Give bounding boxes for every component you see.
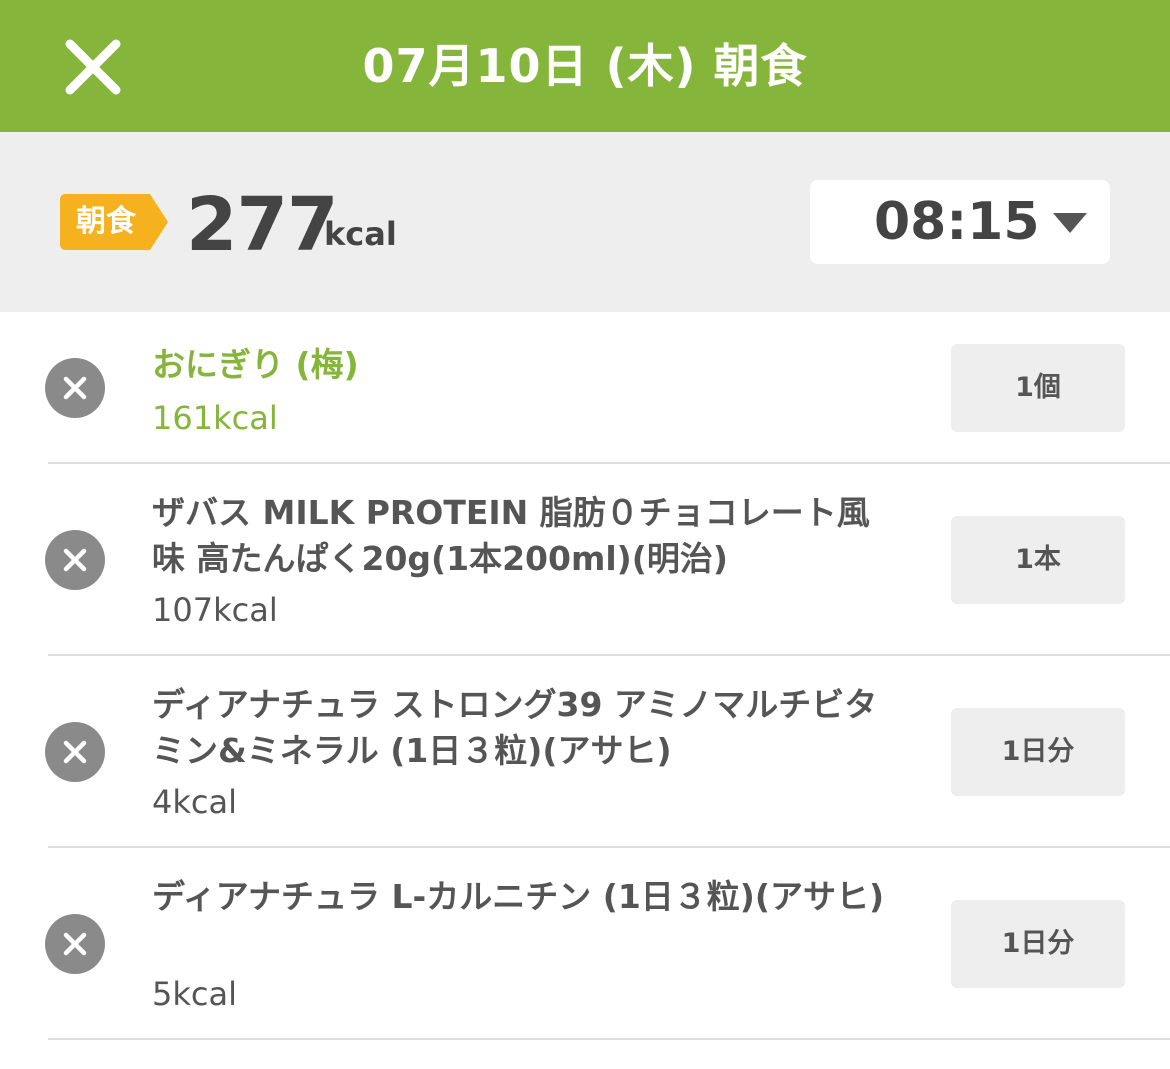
food-calories: 107kcal bbox=[152, 591, 278, 629]
food-name[interactable]: ディアナチュラ ストロング39 アミノマルチビタミン&ミネラル (1日３粒)(ア… bbox=[152, 682, 892, 774]
quantity-button[interactable]: 1個 bbox=[951, 344, 1125, 432]
total-calories: 277 bbox=[186, 182, 338, 268]
close-icon bbox=[63, 376, 87, 400]
remove-button[interactable] bbox=[45, 722, 105, 782]
list-item: ディアナチュラ L-カルニチン (1日３粒)(アサヒ) 5kcal 1日分 bbox=[0, 848, 1170, 1040]
food-name[interactable]: ザバス MILK PROTEIN 脂肪０チョコレート風味 高たんぱく20g(1本… bbox=[152, 490, 892, 582]
header-bar: 07月10日 (木) 朝食 bbox=[0, 0, 1170, 132]
remove-button[interactable] bbox=[45, 914, 105, 974]
remove-button[interactable] bbox=[45, 358, 105, 418]
total-calories-unit: kcal bbox=[324, 215, 397, 253]
meal-summary: 朝食 277 kcal 08:15 bbox=[0, 132, 1170, 312]
food-name[interactable]: おにぎり (梅) bbox=[152, 342, 892, 388]
food-calories: 5kcal bbox=[152, 975, 237, 1013]
list-item: おにぎり (梅) 161kcal 1個 bbox=[0, 312, 1170, 464]
food-calories: 161kcal bbox=[152, 399, 278, 437]
divider bbox=[48, 1038, 1170, 1040]
meal-type-badge: 朝食 bbox=[60, 194, 170, 250]
food-name[interactable]: ディアナチュラ L-カルニチン (1日３粒)(アサヒ) bbox=[152, 874, 892, 920]
chevron-down-icon bbox=[1053, 213, 1087, 233]
quantity-button[interactable]: 1日分 bbox=[951, 708, 1125, 796]
food-calories: 4kcal bbox=[152, 783, 237, 821]
quantity-button[interactable]: 1日分 bbox=[951, 900, 1125, 988]
quantity-button[interactable]: 1本 bbox=[951, 516, 1125, 604]
close-icon bbox=[63, 932, 87, 956]
meal-time-value: 08:15 bbox=[874, 192, 1040, 252]
page-title: 07月10日 (木) 朝食 bbox=[362, 39, 808, 93]
remove-button[interactable] bbox=[45, 530, 105, 590]
list-item: ディアナチュラ ストロング39 アミノマルチビタミン&ミネラル (1日３粒)(ア… bbox=[0, 656, 1170, 848]
meal-type-label: 朝食 bbox=[76, 204, 136, 239]
list-item: ザバス MILK PROTEIN 脂肪０チョコレート風味 高たんぱく20g(1本… bbox=[0, 464, 1170, 656]
close-icon bbox=[63, 740, 87, 764]
close-icon bbox=[63, 548, 87, 572]
meal-time-select[interactable]: 08:15 bbox=[810, 180, 1110, 264]
